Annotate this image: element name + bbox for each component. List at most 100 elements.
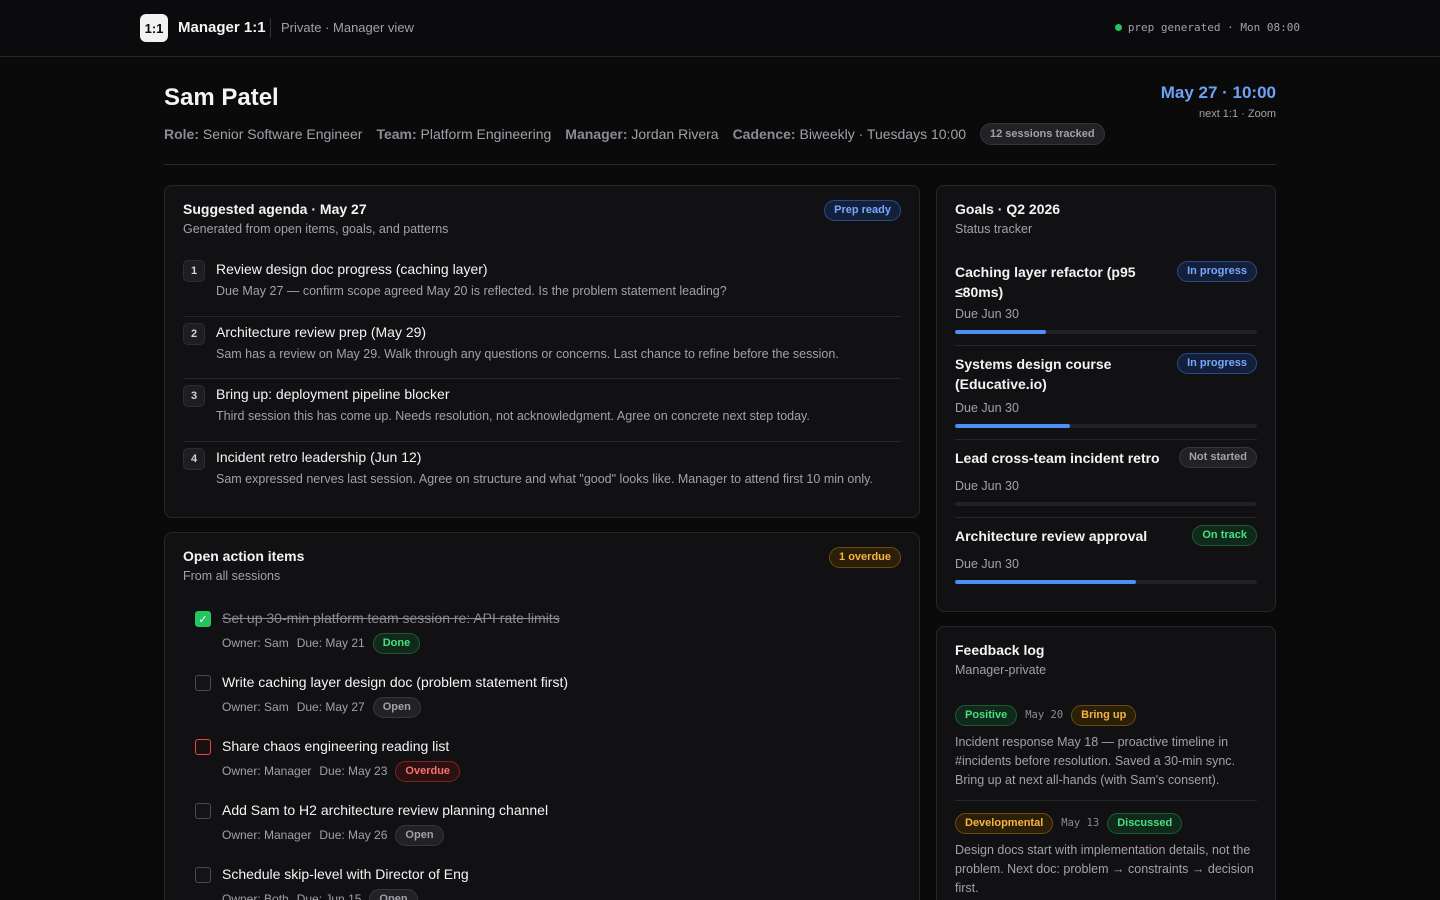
- agenda-item[interactable]: 3 Bring up: deployment pipeline blocker …: [183, 379, 901, 442]
- action-owner: Owner: Sam: [222, 699, 289, 714]
- feedback-subtitle: Manager-private: [955, 663, 1047, 677]
- goal-item[interactable]: Lead cross-team incident retro Not start…: [955, 440, 1257, 518]
- goal-status-badge: In progress: [1177, 261, 1257, 282]
- prep-ready-badge: Prep ready: [824, 200, 901, 221]
- agenda-item-desc: Third session this has come up. Needs re…: [216, 409, 810, 423]
- goal-status-badge: On track: [1192, 525, 1257, 546]
- action-item-title: Add Sam to H2 architecture review planni…: [222, 802, 549, 818]
- sessions-count-badge: 12 sessions tracked: [980, 123, 1105, 145]
- goal-item[interactable]: Systems design course (Educative.io) In …: [955, 346, 1257, 440]
- action-item-meta: Owner: Sam Due: May 21 Done: [222, 631, 421, 654]
- goal-item[interactable]: Architecture review approval On track Du…: [955, 518, 1257, 598]
- status-badge: Open: [372, 697, 421, 718]
- app-logo[interactable]: 1:1: [140, 14, 168, 42]
- top-bar: 1:1 Manager 1:1 Private · Manager view p…: [0, 0, 1440, 57]
- feedback-tag-badge: Discussed: [1107, 812, 1183, 834]
- feedback-type-badge: Developmental: [955, 812, 1054, 834]
- action-checkbox[interactable]: [195, 867, 211, 883]
- agenda-item-title: Review design doc progress (caching laye…: [216, 261, 488, 277]
- goal-due: Due Jun 30: [955, 401, 1019, 415]
- goal-due: Due Jun 30: [955, 557, 1019, 571]
- feedback-tag-badge: Bring up: [1071, 704, 1137, 726]
- action-checkbox[interactable]: [195, 739, 211, 755]
- goal-due: Due Jun 30: [955, 479, 1019, 493]
- agenda-item-desc: Sam expressed nerves last session. Agree…: [216, 471, 873, 486]
- goal-title: Lead cross-team incident retro: [955, 450, 1160, 466]
- action-items-title: Open action items: [183, 548, 305, 564]
- action-due: Due: Jun 15: [296, 891, 362, 900]
- agenda-item-desc: Sam has a review on May 29. Walk through…: [216, 346, 839, 361]
- agenda-number: 1: [183, 260, 205, 282]
- divider: [164, 164, 1276, 165]
- action-item: Schedule skip-level with Director of Eng…: [193, 865, 893, 900]
- goal-progress-fill: [955, 580, 1137, 584]
- agenda-item-title: Architecture review prep (May 29): [216, 323, 427, 340]
- goal-list: Caching layer refactor (p95 ≤80ms) In pr…: [955, 254, 1257, 598]
- person-meta: Role: Senior Software Engineer Team: Pla…: [164, 123, 1105, 145]
- app-title: Manager 1:1: [178, 19, 266, 36]
- page-title: Sam Patel: [164, 84, 279, 111]
- action-due: Due: May 23: [319, 763, 388, 778]
- status-badge: Overdue: [395, 761, 461, 782]
- divider: [270, 18, 271, 38]
- action-items-panel: Open action items From all sessions 1 ov…: [164, 532, 920, 900]
- agenda-title: Suggested agenda · May 27: [183, 201, 367, 217]
- goal-status-badge: Not started: [1178, 447, 1257, 468]
- agenda-item[interactable]: 2 Architecture review prep (May 29) Sam …: [183, 317, 901, 379]
- meta-manager: Manager: Jordan Rivera: [565, 126, 719, 142]
- action-item-title: Set up 30-min platform team session re: …: [222, 610, 560, 626]
- feedback-title: Feedback log: [955, 642, 1045, 658]
- action-item: ✓ Set up 30-min platform team session re…: [193, 609, 893, 673]
- action-item-title: Write caching layer design doc (problem …: [222, 674, 568, 690]
- action-due: Due: May 21: [296, 635, 365, 650]
- action-item: Share chaos engineering reading list Own…: [193, 737, 893, 801]
- action-item-meta: Owner: Both Due: Jun 15 Open: [222, 887, 418, 900]
- agenda-subtitle: Generated from open items, goals, and pa…: [183, 222, 449, 236]
- feedback-type-badge: Positive: [955, 704, 1018, 726]
- goal-status-badge: In progress: [1177, 353, 1257, 374]
- goal-progress-bar: [955, 502, 1257, 506]
- feedback-panel: Feedback log Manager-private Positive Ma…: [936, 626, 1276, 900]
- action-due: Due: May 26: [319, 827, 388, 842]
- goal-progress-bar: [955, 330, 1257, 334]
- status-badge: Open: [369, 889, 418, 900]
- action-checkbox[interactable]: [195, 803, 211, 819]
- action-owner: Owner: Sam: [222, 635, 289, 650]
- feedback-item-header: Developmental May 13 Discussed: [955, 811, 1257, 835]
- next-session-datetime: May 27 · 10:00: [1160, 83, 1276, 102]
- feedback-text: Incident response May 18 — proactive tim…: [955, 735, 1236, 787]
- overdue-count-badge: 1 overdue: [829, 547, 901, 568]
- next-session-detail: next 1:1 · Zoom: [1198, 108, 1276, 120]
- goal-title: Systems design course (Educative.io): [955, 356, 1112, 392]
- feedback-text: Design docs start with implementation de…: [955, 843, 1254, 895]
- goal-title: Architecture review approval: [955, 528, 1148, 544]
- goal-progress-bar: [955, 424, 1257, 428]
- meta-cadence: Cadence: Biweekly · Tuesdays 10:00: [732, 126, 967, 142]
- feedback-item[interactable]: Developmental May 13 Discussed Design do…: [955, 811, 1257, 900]
- goal-progress-bar: [955, 580, 1257, 584]
- prep-status-text: prep generated · Mon 08:00: [1127, 21, 1300, 34]
- status-dot-icon: [1114, 24, 1122, 31]
- agenda-number: 3: [183, 385, 205, 407]
- action-item-meta: Owner: Sam Due: May 27 Open: [222, 695, 421, 718]
- goal-item[interactable]: Caching layer refactor (p95 ≤80ms) In pr…: [955, 254, 1257, 346]
- action-owner: Owner: Both: [222, 891, 289, 900]
- goal-due: Due Jun 30: [955, 307, 1019, 321]
- agenda-item[interactable]: 1 Review design doc progress (caching la…: [183, 254, 901, 317]
- goals-title: Goals · Q2 2026: [955, 201, 1061, 217]
- action-list: ✓ Set up 30-min platform team session re…: [193, 609, 893, 900]
- goals-panel: Goals · Q2 2026 Status tracker Caching l…: [936, 185, 1276, 612]
- agenda-item[interactable]: 4 Incident retro leadership (Jun 12) Sam…: [183, 442, 901, 505]
- action-item-title: Schedule skip-level with Director of Eng: [222, 866, 469, 882]
- goals-subtitle: Status tracker: [955, 222, 1033, 236]
- feedback-date: May 13: [1061, 817, 1100, 829]
- feedback-list: Positive May 20 Bring up Incident respon…: [955, 703, 1257, 900]
- feedback-item[interactable]: Positive May 20 Bring up Incident respon…: [955, 703, 1257, 801]
- meta-team: Team: Platform Engineering: [376, 126, 552, 142]
- meta-role: Role: Senior Software Engineer: [164, 126, 363, 142]
- action-checkbox[interactable]: ✓: [195, 611, 211, 627]
- feedback-item-header: Positive May 20 Bring up: [955, 703, 1257, 727]
- action-checkbox[interactable]: [195, 675, 211, 691]
- action-item: Write caching layer design doc (problem …: [193, 673, 893, 737]
- goal-progress-fill: [955, 424, 1070, 428]
